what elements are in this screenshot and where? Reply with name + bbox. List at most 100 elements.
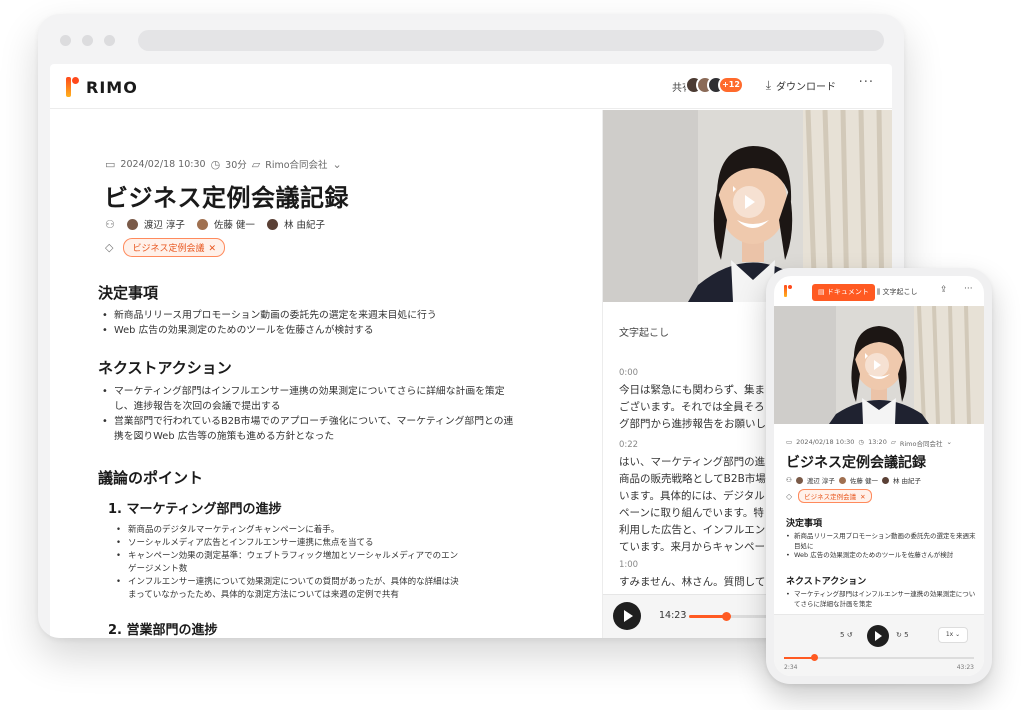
section-heading: 決定事項 <box>98 284 159 302</box>
more-menu-icon[interactable]: ··· <box>859 75 874 90</box>
forward-icon: ↻ <box>896 631 902 639</box>
meeting-duration: 30分 <box>225 160 247 171</box>
participant-name: 渡辺 淳子 <box>806 477 835 485</box>
play-button[interactable] <box>867 625 889 647</box>
window-dot <box>60 35 71 46</box>
avatar <box>838 476 846 484</box>
tag-label: ビジネス定例会議 <box>804 493 857 501</box>
seek-handle[interactable] <box>811 654 819 661</box>
shared-avatars[interactable]: +12 <box>685 76 744 94</box>
speed-select[interactable]: 1x ⌄ <box>938 627 968 643</box>
avatar <box>881 476 889 484</box>
list-item: キャンペーン効果の測定基準：ウェブトラフィック増加とソーシャルメディアでのエンゲ… <box>116 550 466 576</box>
skip-back-seconds: 5 <box>840 631 845 639</box>
participants: ⚇ 渡辺 淳子 佐藤 健一 林 由紀子 <box>105 217 325 232</box>
address-bar[interactable] <box>138 30 884 51</box>
subsection-heading: 2. 営業部門の進捗 <box>108 623 218 638</box>
segment-time[interactable]: 0:22 <box>619 440 638 450</box>
list-item: 新商品リリース用プロモーション動画の委託先の選定を来週末目処に行う <box>102 308 522 323</box>
meeting-tag[interactable]: ビジネス定例会議 ✕ <box>123 238 226 257</box>
close-icon[interactable]: ✕ <box>860 493 865 501</box>
play-icon[interactable] <box>733 186 765 218</box>
person-icon: ⚇ <box>105 217 115 231</box>
browser-chrome <box>38 14 904 64</box>
list-item: マーケティング部門はインフルエンサー連携の効果測定についてさらに詳細な計画を策定… <box>102 384 522 414</box>
mobile-tag-row: ◇ ビジネス定例会議 ✕ <box>786 489 872 503</box>
speed-value: 1x <box>945 631 954 638</box>
mobile-decisions-list: 新商品リリース用プロモーション動画の委託先の選定を来週末目処に Web 広告の効… <box>786 532 980 561</box>
avatar-more-count: +12 <box>718 76 744 94</box>
decisions-list: 新商品リリース用プロモーション動画の委託先の選定を来週末目処に行う Web 広告… <box>102 308 522 338</box>
folder-name[interactable]: Rimo合同会社 <box>265 157 327 171</box>
play-triangle <box>745 194 756 209</box>
rimo-logo[interactable]: RIMO <box>66 77 138 97</box>
folder-name[interactable]: Rimo合同会社 <box>900 438 943 448</box>
mobile-meeting-meta: ▭ 2024/02/18 10:30 ◷ 13:20 ▱ Rimo合同会社 ⌄ <box>786 438 952 448</box>
list-item: インフルエンサー連携について効果測定についての質問があったが、具体的な詳細は決ま… <box>116 576 466 602</box>
seek-handle[interactable] <box>721 612 731 621</box>
play-icon[interactable] <box>865 353 889 377</box>
section-heading: ネクストアクション <box>786 577 867 587</box>
document-icon: ▤ <box>818 288 827 296</box>
meeting-meta: ▭ 2024/02/18 10:30 ◷ 30分 ▱ Rimo合同会社 ⌄ <box>105 157 342 172</box>
window-dot <box>104 35 115 46</box>
download-button[interactable]: ⤓ ダウンロード <box>766 78 836 93</box>
section-heading: 議論のポイント <box>98 469 204 487</box>
meeting-date: 2024/02/18 10:30 <box>120 158 206 170</box>
mobile-participants: ⚇ 渡辺 淳子 佐藤 健一 林 由紀子 <box>786 475 921 485</box>
mobile-device: ▤ ドキュメント ⫼ 文字起こし ⇪ ··· ▭ 2024/02/18 10:3… <box>766 268 992 684</box>
tab-transcript[interactable]: ⫼ 文字起こし <box>872 284 922 301</box>
mobile-page-title: ビジネス定例会議記録 <box>786 455 926 471</box>
avatar <box>196 218 208 230</box>
download-icon: ⤓ <box>765 78 771 92</box>
marketing-composite: RIMO 共有 +12 ⤓ ダウンロード ··· ▭ 2024/02/18 10… <box>0 0 1030 710</box>
skip-forward-seconds: 5 <box>904 631 909 639</box>
chevron-down-icon[interactable]: ⌄ <box>946 438 951 448</box>
segment-time[interactable]: 1:00 <box>619 560 638 570</box>
mobile-seek-bar[interactable] <box>784 654 974 661</box>
more-menu-icon[interactable]: ··· <box>964 284 973 294</box>
mobile-screen: ▤ ドキュメント ⫼ 文字起こし ⇪ ··· ▭ 2024/02/18 10:3… <box>774 276 984 676</box>
mobile-video-player[interactable] <box>774 306 984 424</box>
chevron-down-icon: ⌄ <box>955 631 961 638</box>
skip-back-button[interactable]: 5 ↺ <box>840 631 853 639</box>
list-item: 新商品リリース用プロモーション動画の委託先の選定を来週末目処に <box>786 532 980 551</box>
section-heading: ネクストアクション <box>98 359 232 377</box>
share-icon[interactable]: ⇪ <box>940 285 948 295</box>
next-actions-list: マーケティング部門はインフルエンサー連携の効果測定についてさらに詳細な計画を策定… <box>102 384 522 444</box>
tab-label: 文字起こし <box>882 288 918 296</box>
download-label: ダウンロード <box>776 82 836 93</box>
participant-name: 林 由紀子 <box>892 477 922 485</box>
folder-icon: ▱ <box>890 438 896 446</box>
document-panel: ▭ 2024/02/18 10:30 ◷ 30分 ▱ Rimo合同会社 ⌄ ビジ… <box>50 110 602 639</box>
tag-row: ◇ ビジネス定例会議 ✕ <box>105 238 226 257</box>
tab-document[interactable]: ▤ ドキュメント <box>812 284 875 301</box>
avatar <box>795 476 803 484</box>
subsection-heading: 1. マーケティング部門の進捗 <box>108 502 282 517</box>
logo-text: RIMO <box>86 77 138 97</box>
transcript-label: 文字起こし <box>619 328 669 339</box>
seek-progress <box>784 657 815 659</box>
tab-label: ドキュメント <box>826 288 869 296</box>
tag-label: ビジネス定例会議 <box>132 244 205 254</box>
avatar <box>126 218 138 230</box>
skip-forward-button[interactable]: ↻ 5 <box>896 631 909 639</box>
play-button[interactable] <box>613 602 641 630</box>
mobile-audio-player: 5 ↺ ↻ 5 1x ⌄ 2:34 43:23 <box>774 614 984 676</box>
participant-name: 林 由紀子 <box>283 220 325 231</box>
tag-icon: ◇ <box>105 241 114 254</box>
person-icon: ⚇ <box>786 476 792 484</box>
rimo-logo-icon[interactable] <box>784 285 792 297</box>
meeting-tag[interactable]: ビジネス定例会議 ✕ <box>798 489 872 503</box>
segment-time[interactable]: 0:00 <box>619 368 638 378</box>
meeting-duration: 13:20 <box>868 438 887 446</box>
close-icon[interactable]: ✕ <box>208 244 216 254</box>
rimo-logo-icon <box>66 77 79 97</box>
participant-name: 佐藤 健一 <box>213 220 255 231</box>
page-title: ビジネス定例会議記録 <box>104 184 349 212</box>
calendar-icon: ▭ <box>786 438 793 446</box>
list-item: Web 広告の効果測定のためのツールを佐藤さんが検討 <box>786 551 980 561</box>
chevron-down-icon[interactable]: ⌄ <box>333 158 342 171</box>
calendar-icon: ▭ <box>105 157 116 171</box>
list-item: ソーシャルメディア広告とインフルエンサー連携に焦点を当てる <box>116 537 466 550</box>
